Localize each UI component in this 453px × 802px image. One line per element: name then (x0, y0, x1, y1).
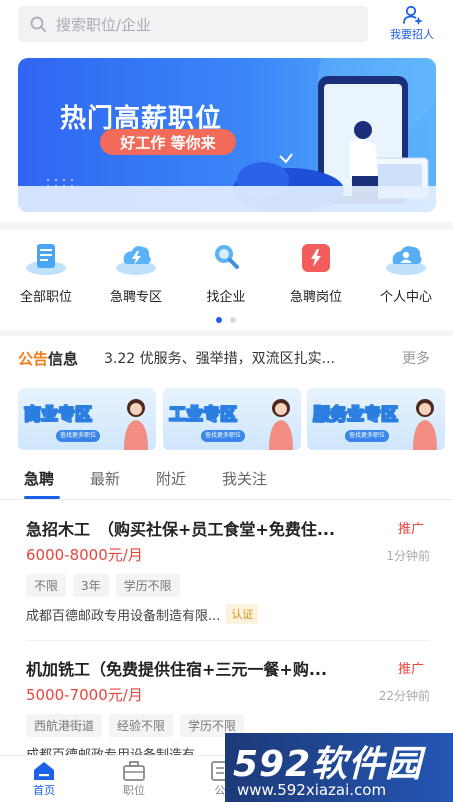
home-icon (34, 762, 54, 780)
woman-illustration-icon (124, 399, 148, 450)
hero-banner[interactable]: 热门高薪职位 好工作 等你来 (18, 58, 436, 212)
job-salary: 6000-8000元/月 (26, 546, 143, 564)
verified-badge: 认证 (226, 604, 259, 624)
notice-logo-b: 信息 (48, 350, 79, 368)
watermark-overlay: 592软件园 www.592xiazai.com (225, 733, 453, 802)
section-divider (0, 222, 453, 230)
user-plus-icon (403, 5, 422, 25)
job-title: 急招木工 （购买社保+员工食堂+免费住... (26, 520, 336, 539)
notice-more-link[interactable]: 更多 (402, 348, 430, 368)
zone-cards: 商业专区 查找更多职位 工业专区 查找更多职位 服务业专区 查找更多职位 (18, 388, 445, 450)
zone-title: 工业专区 (169, 405, 238, 426)
recruit-label: 我要招人 (390, 28, 434, 41)
tabbar-label: 首页 (33, 784, 55, 797)
job-requirements: 西航港街道 经验不限 学历不限 (26, 714, 245, 737)
company-name: 成都百德邮政专用设备制造有限... (26, 608, 221, 624)
requirement-chip: 经验不限 (109, 714, 174, 737)
tabbar-label: 公 (214, 784, 226, 797)
quick-label: 全部职位 (19, 290, 72, 305)
dot-inactive (230, 317, 236, 323)
job-separator (26, 640, 430, 641)
zone-card-industry[interactable]: 工业专区 查找更多职位 (163, 388, 301, 450)
search-icon (30, 16, 46, 32)
watermark-brand: 592软件园 (233, 744, 423, 785)
job-card[interactable]: 急招木工 （购买社保+员工食堂+免费住... 推广 6000-8000元/月 1… (0, 516, 453, 636)
requirement-chip: 学历不限 (115, 574, 180, 597)
tab-indicator (24, 496, 60, 499)
zone-card-service[interactable]: 服务业专区 查找更多职位 (307, 388, 445, 450)
section-divider (0, 330, 453, 336)
tab-urgent[interactable]: 急聘 (24, 468, 54, 489)
promo-tag: 推广 (398, 522, 425, 537)
tab-nearby[interactable]: 附近 (156, 468, 186, 489)
zone-title: 服务业专区 (313, 405, 399, 426)
quick-item-urgent-zone[interactable]: 急聘专区 (96, 236, 176, 305)
zone-title: 商业专区 (24, 405, 93, 426)
requirement-chip: 不限 (26, 574, 67, 597)
job-requirements: 不限 3年 学历不限 (26, 574, 180, 597)
tab-latest[interactable]: 最新 (90, 468, 120, 489)
job-tabs: 急聘 最新 附近 我关注 (0, 460, 453, 500)
job-title: 机加铣工（免费提供住宿+三元一餐+购... (26, 660, 328, 679)
promo-tag: 推广 (398, 662, 425, 677)
quick-label: 找企业 (206, 290, 246, 305)
quick-nav: 全部职位 急聘专区 找企业 急聘岗位 个人中心 (0, 236, 453, 328)
banner-slogan: 好工作 等你来 (100, 129, 236, 155)
carousel-indicator (0, 317, 453, 325)
company-row: 成都百德邮政专用设备制造有限... 认证 (26, 604, 259, 624)
quick-item-all-jobs[interactable]: 全部职位 (6, 236, 86, 305)
recruit-button[interactable]: 我要招人 (384, 4, 440, 44)
post-time: 1分钟前 (386, 549, 430, 563)
zone-subtitle: 查找更多职位 (56, 430, 100, 442)
lightning-cloud-icon (116, 246, 156, 275)
urgent-card-icon (302, 244, 330, 272)
zone-subtitle: 查找更多职位 (201, 430, 245, 442)
tabbar-home[interactable]: 首页 (20, 760, 68, 798)
quick-label: 急聘专区 (109, 290, 162, 305)
requirement-chip: 3年 (73, 574, 109, 597)
notice-bar[interactable]: 公告信息 3.22 优服务、强举措，双流区扎实... 更多 (0, 338, 453, 376)
user-cloud-icon (386, 246, 426, 275)
search-placeholder: 搜索职位/企业 (56, 15, 152, 34)
post-time: 22分钟前 (378, 689, 430, 703)
watermark-url: www.592xiazai.com (237, 781, 387, 799)
magnifier-icon (215, 245, 239, 269)
woman-illustration-icon (269, 399, 293, 450)
quick-item-profile[interactable]: 个人中心 (366, 236, 446, 305)
job-salary: 5000-7000元/月 (26, 686, 143, 704)
quick-item-find-company[interactable]: 找企业 (186, 236, 266, 305)
top-header: 搜索职位/企业 我要招人 (0, 0, 453, 48)
quick-item-urgent-posts[interactable]: 急聘岗位 (276, 236, 356, 305)
quick-label: 急聘岗位 (289, 290, 342, 305)
woman-illustration-icon (413, 399, 437, 450)
dot-active (216, 317, 222, 323)
requirement-chip: 西航港街道 (26, 714, 103, 737)
notice-text: 3.22 优服务、强举措，双流区扎实... (104, 351, 335, 367)
zone-card-commerce[interactable]: 商业专区 查找更多职位 (18, 388, 156, 450)
zone-subtitle: 查找更多职位 (345, 430, 389, 442)
tabbar-label: 职位 (123, 784, 145, 797)
notice-logo-a: 公告 (18, 350, 49, 368)
list-icon (26, 244, 66, 275)
notice-logo: 公告信息 (18, 348, 78, 369)
quick-label: 个人中心 (379, 290, 432, 305)
search-input[interactable]: 搜索职位/企业 (18, 6, 368, 42)
tabbar-jobs[interactable]: 职位 (110, 760, 158, 798)
tab-following[interactable]: 我关注 (222, 468, 267, 489)
briefcase-icon (123, 761, 145, 781)
